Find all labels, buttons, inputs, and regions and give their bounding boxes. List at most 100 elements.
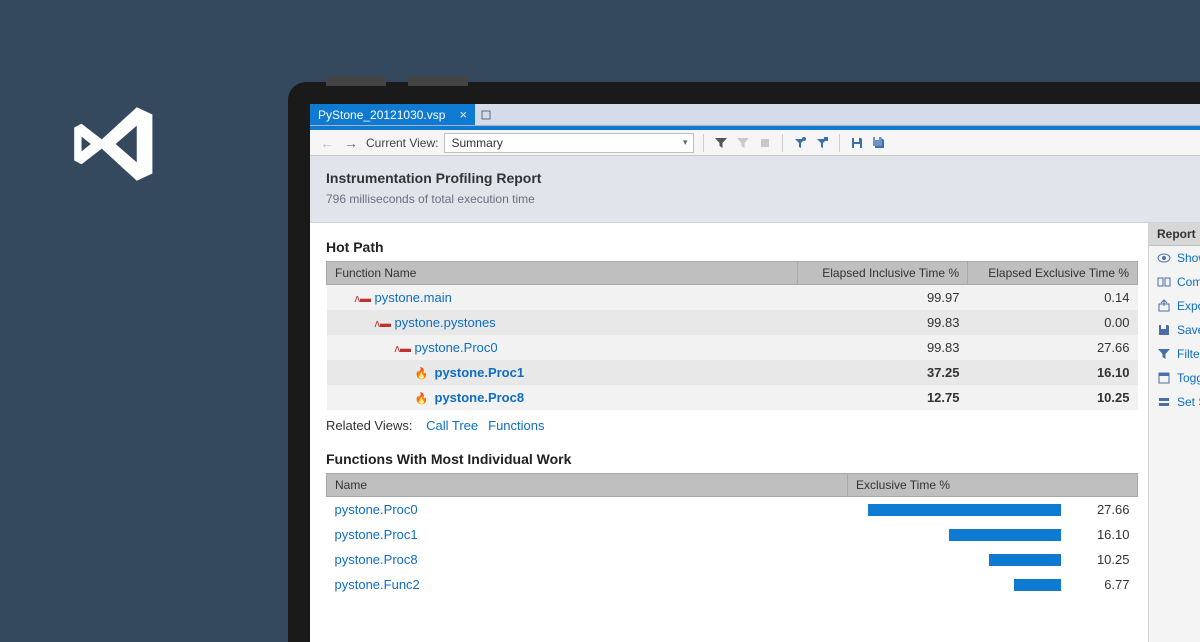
save-icon <box>1157 323 1171 337</box>
toolbar-separator <box>782 134 783 152</box>
app-window: PyStone_20121030.vsp × ← → Current View:… <box>310 104 1200 642</box>
current-view-select[interactable]: Summary ▾ <box>444 133 694 153</box>
noise-reduction-alt-icon[interactable] <box>814 135 830 151</box>
report-action-label: Filter <box>1177 347 1200 361</box>
report-action-export[interactable]: Expo <box>1149 294 1200 318</box>
filter-icon <box>1157 347 1171 361</box>
functions-work-heading: Functions With Most Individual Work <box>326 451 1138 467</box>
report-actions-panel: Report Show Comp Expo Save Filter Togg Set S <box>1148 223 1200 642</box>
table-row[interactable]: ʌ▬pystone.pystones99.830.00 <box>327 310 1138 335</box>
function-link[interactable]: pystone.Proc1 <box>435 365 525 380</box>
table-row[interactable]: pystone.Func2 6.77 <box>327 572 1138 597</box>
exclusive-value: 10.25 <box>1065 547 1138 572</box>
toolbar-separator <box>839 134 840 152</box>
exclusive-value: 27.66 <box>968 335 1138 360</box>
function-link[interactable]: pystone.Proc8 <box>435 390 525 405</box>
hot-path-table: Function Name Elapsed Inclusive Time % E… <box>326 261 1138 410</box>
nav-back-icon: ← <box>318 135 336 151</box>
device-notch <box>326 76 386 86</box>
current-view-label: Current View: <box>366 136 438 150</box>
noise-reduction-icon[interactable] <box>792 135 808 151</box>
save-icon[interactable] <box>849 135 865 151</box>
report-subtitle: 796 milliseconds of total execution time <box>326 192 1192 206</box>
hot-path-heading: Hot Path <box>326 239 1138 255</box>
filter-icon[interactable] <box>713 135 729 151</box>
device-frame: PyStone_20121030.vsp × ← → Current View:… <box>288 82 1200 642</box>
inclusive-value: 12.75 <box>798 385 968 410</box>
visual-studio-logo-icon <box>65 98 157 190</box>
toolbar: ← → Current View: Summary ▾ <box>310 130 1200 156</box>
function-link[interactable]: pystone.Proc0 <box>335 502 418 517</box>
report-action-settings[interactable]: Set S <box>1149 390 1200 414</box>
functions-work-table: Name Exclusive Time % pystone.Proc0 27.66… <box>326 473 1138 597</box>
toolbar-separator <box>703 134 704 152</box>
report-action-compare[interactable]: Comp <box>1149 270 1200 294</box>
table-row[interactable]: pystone.Proc8 10.25 <box>327 547 1138 572</box>
table-row[interactable]: ʌ▬ pystone.main 99.970.14 <box>327 285 1138 311</box>
inclusive-value: 37.25 <box>798 360 968 385</box>
inclusive-value: 99.97 <box>798 285 968 311</box>
filter-clear-icon <box>735 135 751 151</box>
report-action-eye[interactable]: Show <box>1149 246 1200 270</box>
related-views: Related Views: Call TreeFunctions <box>326 418 1138 433</box>
related-view-link[interactable]: Functions <box>488 418 544 433</box>
table-row[interactable]: 🔥pystone.Proc137.2516.10 <box>327 360 1138 385</box>
tab-overflow-icon[interactable] <box>475 104 497 125</box>
close-tab-icon[interactable]: × <box>459 107 467 122</box>
flame-icon: 🔥 <box>415 367 429 380</box>
settings-icon <box>1157 395 1171 409</box>
exclusive-value: 27.66 <box>1065 497 1138 523</box>
document-tab-title: PyStone_20121030.vsp <box>318 108 445 122</box>
table-row[interactable]: ʌ▬ pystone.Proc0 99.8327.66 <box>327 335 1138 360</box>
chevron-down-icon: ▾ <box>683 137 688 148</box>
function-link[interactable]: pystone.Proc0 <box>415 340 498 355</box>
hot-path-icon: ʌ▬ <box>355 293 369 305</box>
inclusive-value: 99.83 <box>798 310 968 335</box>
exclusive-bar <box>848 497 1066 523</box>
report-action-label: Comp <box>1177 275 1200 289</box>
eye-icon <box>1157 251 1171 265</box>
report-title: Instrumentation Profiling Report <box>326 170 1192 186</box>
col-exclusive-time[interactable]: Exclusive Time % <box>848 474 1138 497</box>
col-inclusive-time[interactable]: Elapsed Inclusive Time % <box>798 262 968 285</box>
exclusive-value: 0.00 <box>968 310 1138 335</box>
hot-path-icon: ʌ▬ <box>395 343 409 355</box>
exclusive-value: 16.10 <box>1065 522 1138 547</box>
report-action-save[interactable]: Save <box>1149 318 1200 342</box>
col-name[interactable]: Name <box>327 474 848 497</box>
flame-icon: 🔥 <box>415 392 429 405</box>
exclusive-bar <box>848 522 1066 547</box>
export-icon <box>1157 299 1171 313</box>
function-link[interactable]: pystone.pystones <box>395 315 496 330</box>
table-row[interactable]: pystone.Proc1 16.10 <box>327 522 1138 547</box>
report-action-label: Show <box>1177 251 1200 265</box>
toggle-icon <box>1157 371 1171 385</box>
compare-icon <box>1157 275 1171 289</box>
function-link[interactable]: pystone.Proc8 <box>335 552 418 567</box>
nav-forward-icon[interactable]: → <box>342 135 360 151</box>
save-all-icon[interactable] <box>871 135 887 151</box>
related-view-link[interactable]: Call Tree <box>426 418 478 433</box>
report-action-filter[interactable]: Filter <box>1149 342 1200 366</box>
stop-icon <box>757 135 773 151</box>
inclusive-value: 99.83 <box>798 335 968 360</box>
report-header: Instrumentation Profiling Report 796 mil… <box>310 156 1200 223</box>
function-link[interactable]: pystone.Func2 <box>335 577 420 592</box>
exclusive-bar <box>848 572 1066 597</box>
current-view-value: Summary <box>451 136 502 150</box>
report-action-label: Expo <box>1177 299 1200 313</box>
exclusive-value: 0.14 <box>968 285 1138 311</box>
report-body: Hot Path Function Name Elapsed Inclusive… <box>310 223 1148 642</box>
report-actions-header: Report <box>1149 223 1200 246</box>
document-tabbar: PyStone_20121030.vsp × <box>310 104 1200 126</box>
exclusive-value: 6.77 <box>1065 572 1138 597</box>
function-link[interactable]: pystone.Proc1 <box>335 527 418 542</box>
col-function-name[interactable]: Function Name <box>327 262 798 285</box>
table-row[interactable]: pystone.Proc0 27.66 <box>327 497 1138 523</box>
report-action-toggle[interactable]: Togg <box>1149 366 1200 390</box>
function-link[interactable]: pystone.main <box>375 290 452 305</box>
table-row[interactable]: 🔥pystone.Proc812.7510.25 <box>327 385 1138 410</box>
document-tab-active[interactable]: PyStone_20121030.vsp × <box>310 104 475 125</box>
report-action-label: Set S <box>1177 395 1200 409</box>
col-exclusive-time[interactable]: Elapsed Exclusive Time % <box>968 262 1138 285</box>
